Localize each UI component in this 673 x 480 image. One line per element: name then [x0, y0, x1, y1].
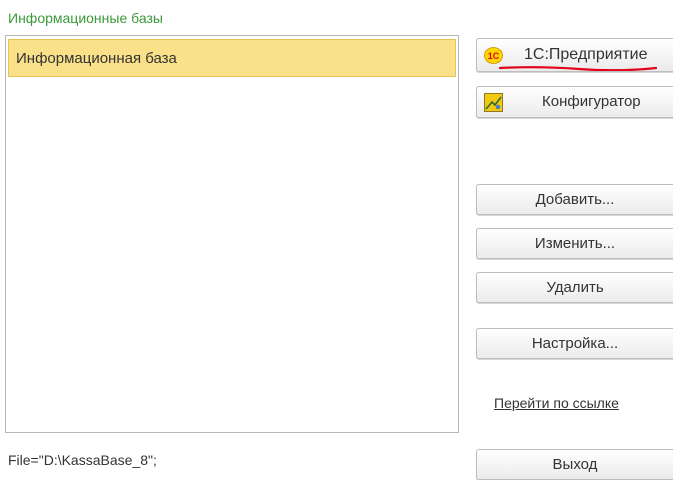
infobase-list[interactable]: Информационная база	[5, 35, 459, 433]
list-item-infobase[interactable]: Информационная база	[8, 39, 456, 77]
configurator-button[interactable]: Конфигуратор	[476, 86, 673, 118]
follow-link[interactable]: Перейти по ссылке	[494, 395, 619, 411]
delete-button[interactable]: Удалить	[476, 272, 673, 303]
exit-button[interactable]: Выход	[476, 449, 673, 480]
configurator-icon	[484, 93, 503, 112]
add-label: Добавить...	[535, 191, 615, 208]
infobases-title: Информационные базы	[8, 10, 163, 26]
1c-logo-text: 1С	[488, 51, 500, 61]
list-item-label: Информационная база	[16, 49, 177, 67]
add-button[interactable]: Добавить...	[476, 184, 673, 215]
enterprise-button[interactable]: 1С 1С:Предприятие	[476, 38, 673, 72]
settings-label: Настройка...	[531, 335, 619, 352]
settings-button[interactable]: Настройка...	[476, 328, 673, 359]
delete-label: Удалить	[546, 279, 604, 296]
edit-label: Изменить...	[534, 235, 616, 252]
edit-button[interactable]: Изменить...	[476, 228, 673, 259]
1c-logo-icon: 1С	[484, 47, 503, 64]
configurator-label: Конфигуратор	[542, 93, 641, 110]
selected-infobase-path: File="D:\KassaBase_8";	[8, 452, 157, 468]
red-underline-annotation	[499, 66, 657, 71]
enterprise-label: 1С:Предприятие	[524, 46, 648, 63]
exit-label: Выход	[552, 456, 598, 473]
